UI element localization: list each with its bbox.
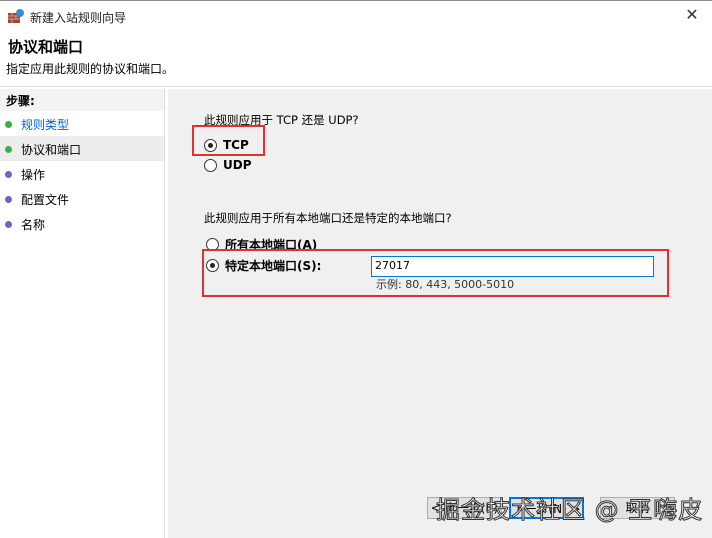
step-label: 规则类型 xyxy=(21,118,70,132)
step-protocol-ports[interactable]: 协议和端口 xyxy=(0,136,164,161)
radio-checked-icon xyxy=(206,259,219,272)
tcp-radio[interactable]: TCP xyxy=(204,138,249,152)
page-title: 协议和端口 xyxy=(8,38,84,56)
radio-checked-icon xyxy=(204,138,217,152)
radio-unchecked-icon xyxy=(204,158,217,172)
udp-label: UDP xyxy=(223,158,252,172)
port-example: 示例: 80, 443, 5000-5010 xyxy=(376,278,515,291)
specific-ports-label: 特定本地端口(S): xyxy=(225,259,322,273)
firewall-icon xyxy=(8,9,24,23)
step-label: 操作 xyxy=(21,168,46,182)
udp-radio[interactable]: UDP xyxy=(204,158,252,172)
step-action: 操作 xyxy=(0,161,164,186)
title-bar: 新建入站规则向导 ✕ xyxy=(0,0,712,31)
step-label: 协议和端口 xyxy=(21,143,82,157)
watermark: 掘金技术社区 @ 王嗨皮 xyxy=(435,496,704,525)
step-rule-type[interactable]: 规则类型 xyxy=(0,111,164,136)
close-button[interactable]: ✕ xyxy=(680,5,704,24)
tcp-label: TCP xyxy=(223,138,249,152)
step-dot-icon xyxy=(5,121,12,128)
main-panel: 此规则应用于 TCP 还是 UDP? TCP UDP 此规则应用于所有本地端口还… xyxy=(168,89,712,538)
steps-sidebar: 步骤: 规则类型 协议和端口 操作 配置文件 名称 xyxy=(0,89,165,538)
step-dot-icon xyxy=(5,146,12,153)
step-dot-icon xyxy=(5,196,12,203)
port-question: 此规则应用于所有本地端口还是特定的本地端口? xyxy=(204,211,452,225)
divider xyxy=(0,86,712,87)
step-name: 名称 xyxy=(0,211,164,236)
step-label: 配置文件 xyxy=(21,193,70,207)
step-dot-icon xyxy=(5,221,12,228)
window-title: 新建入站规则向导 xyxy=(30,11,127,25)
steps-heading: 步骤: xyxy=(0,89,164,111)
step-dot-icon xyxy=(5,171,12,178)
step-label: 名称 xyxy=(21,218,46,232)
page-subtitle: 指定应用此规则的协议和端口。 xyxy=(6,62,175,76)
port-input[interactable]: 27017 xyxy=(371,256,654,277)
step-profile: 配置文件 xyxy=(0,186,164,211)
specific-ports-radio[interactable]: 特定本地端口(S): xyxy=(206,257,321,274)
